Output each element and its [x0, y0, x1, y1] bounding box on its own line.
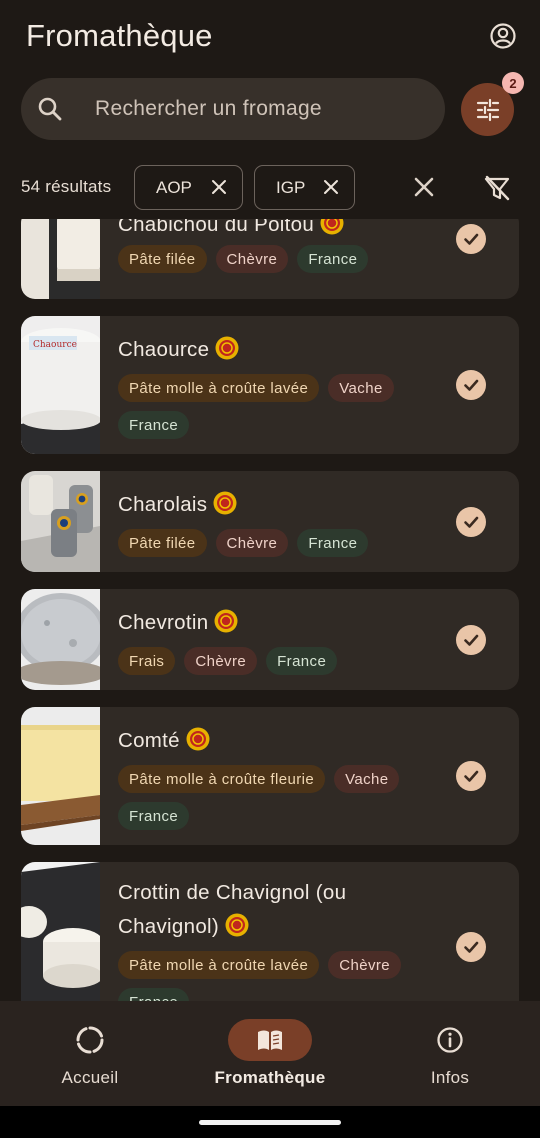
tasted-toggle[interactable]	[456, 932, 486, 962]
tag-texture: Pâte molle à croûte lavée	[118, 374, 320, 402]
cheese-photo	[21, 707, 100, 845]
cheese-card[interactable]: Chaource Chaource Pâte molle à croûte la…	[21, 316, 519, 454]
cheese-photo	[21, 589, 100, 690]
tasted-toggle[interactable]	[456, 370, 486, 400]
cheese-photo: Chaource	[21, 316, 100, 454]
search-input[interactable]	[95, 92, 395, 126]
cheese-name: Chevrotin	[118, 611, 209, 634]
nav-label: Fromathèque	[214, 1068, 326, 1087]
cheese-name: Chaource	[118, 338, 210, 361]
cheese-name-row: Charolais	[118, 488, 418, 522]
remove-chip-icon[interactable]	[210, 178, 228, 196]
tasted-toggle[interactable]	[456, 224, 486, 254]
nav-item-fromatheque[interactable]: Fromathèque	[180, 1001, 360, 1106]
tag-milk: Chèvre	[215, 529, 289, 557]
aop-seal-icon	[320, 219, 344, 235]
cheese-name-row: Chabichou du Poitou	[118, 219, 418, 242]
system-gesture-area	[0, 1106, 540, 1138]
check-icon	[464, 233, 479, 245]
cheese-name-row: Crottin de Chavignol (ou Chavignol)	[118, 876, 418, 944]
cheese-name: Comté	[118, 729, 180, 752]
tasted-toggle[interactable]	[456, 507, 486, 537]
cheese-name: Charolais	[118, 493, 208, 516]
tag-milk: Chèvre	[184, 647, 258, 675]
tag-list: Pâte filée Chèvre France	[118, 245, 428, 273]
chip-label: IGP	[276, 177, 306, 197]
tag-list: Frais Chèvre France	[118, 647, 428, 675]
tag-texture: Pâte filée	[118, 245, 207, 273]
home-gesture-bar[interactable]	[199, 1120, 341, 1125]
cheese-card[interactable]: Chabichou du Poitou Pâte filée Chèvre Fr…	[21, 219, 519, 299]
tag-texture: Frais	[118, 647, 176, 675]
tag-texture: Pâte molle à croûte lavée	[118, 951, 320, 979]
book-icon	[258, 1030, 282, 1050]
cheese-card[interactable]: Charolais Pâte filée Chèvre France	[21, 471, 519, 572]
cheese-card[interactable]: Crottin de Chavignol (ou Chavignol) Pâte…	[21, 862, 519, 1001]
cheese-name-row: Chaource	[118, 333, 418, 367]
tag-texture: Pâte molle à croûte fleurie	[118, 765, 326, 793]
aop-seal-icon	[215, 336, 239, 360]
tag-milk: Chèvre	[328, 951, 402, 979]
tag-country: France	[266, 647, 338, 675]
cheese-card[interactable]: Chevrotin Frais Chèvre France	[21, 589, 519, 690]
tag-country: France	[297, 529, 369, 557]
tag-list: Pâte molle à croûte lavée Chèvre France	[118, 951, 428, 1001]
search-bar	[21, 78, 445, 197]
check-icon	[464, 770, 479, 782]
check-icon	[464, 516, 479, 528]
cheese-name-row: Chevrotin	[118, 606, 418, 640]
search-icon	[38, 97, 62, 121]
aop-seal-icon	[186, 727, 210, 751]
cheese-card[interactable]: Comté Pâte molle à croûte fleurie Vache …	[21, 707, 519, 845]
tag-list: Pâte filée Chèvre France	[118, 529, 428, 557]
filter-count-badge: 2	[502, 72, 524, 94]
aop-seal-icon	[225, 913, 249, 937]
tasted-toggle[interactable]	[456, 625, 486, 655]
filter-chip-aop[interactable]: AOP	[134, 165, 243, 210]
cheese-list[interactable]: Chabichou du Poitou Pâte filée Chèvre Fr…	[0, 219, 540, 1001]
tag-country: France	[118, 988, 190, 1001]
account-icon	[490, 23, 516, 49]
cheese-photo	[21, 862, 100, 1001]
tag-country: France	[297, 245, 369, 273]
app-title: Fromathèque	[26, 18, 213, 53]
check-icon	[464, 379, 479, 391]
svg-text:Chaource: Chaource	[33, 340, 77, 350]
nav-label: Infos	[430, 1068, 470, 1087]
cheese-photo	[21, 219, 100, 299]
bottom-navigation: Accueil Fromathèque Infos	[0, 1001, 540, 1106]
tag-list: Pâte molle à croûte lavée Vache France	[118, 374, 428, 439]
loader-icon	[76, 1026, 104, 1054]
chip-label: AOP	[156, 177, 192, 197]
check-icon	[464, 634, 479, 646]
clear-filters-icon[interactable]	[482, 173, 512, 203]
info-icon	[437, 1027, 463, 1053]
aop-seal-icon	[213, 491, 237, 515]
nav-item-infos[interactable]: Infos	[360, 1001, 540, 1106]
tasted-toggle[interactable]	[456, 761, 486, 791]
tag-country: France	[118, 802, 190, 830]
nav-label: Accueil	[61, 1068, 119, 1087]
clear-search-icon[interactable]	[409, 172, 439, 202]
tag-texture: Pâte filée	[118, 529, 207, 557]
tag-country: France	[118, 411, 190, 439]
tag-milk: Vache	[328, 374, 394, 402]
check-icon	[464, 941, 479, 953]
tune-icon	[476, 98, 499, 121]
cheese-photo	[21, 471, 100, 572]
remove-chip-icon[interactable]	[322, 178, 340, 196]
tag-milk: Chèvre	[215, 245, 289, 273]
aop-seal-icon	[214, 609, 238, 633]
nav-item-accueil[interactable]: Accueil	[0, 1001, 180, 1106]
tag-milk: Vache	[334, 765, 400, 793]
tag-list: Pâte molle à croûte fleurie Vache France	[118, 765, 428, 830]
results-count: 54 résultats	[21, 177, 112, 196]
account-button[interactable]	[486, 19, 520, 53]
cheese-name: Chabichou du Poitou	[118, 219, 315, 236]
filter-chip-igp[interactable]: IGP	[254, 165, 355, 210]
cheese-name-row: Comté	[118, 724, 418, 758]
